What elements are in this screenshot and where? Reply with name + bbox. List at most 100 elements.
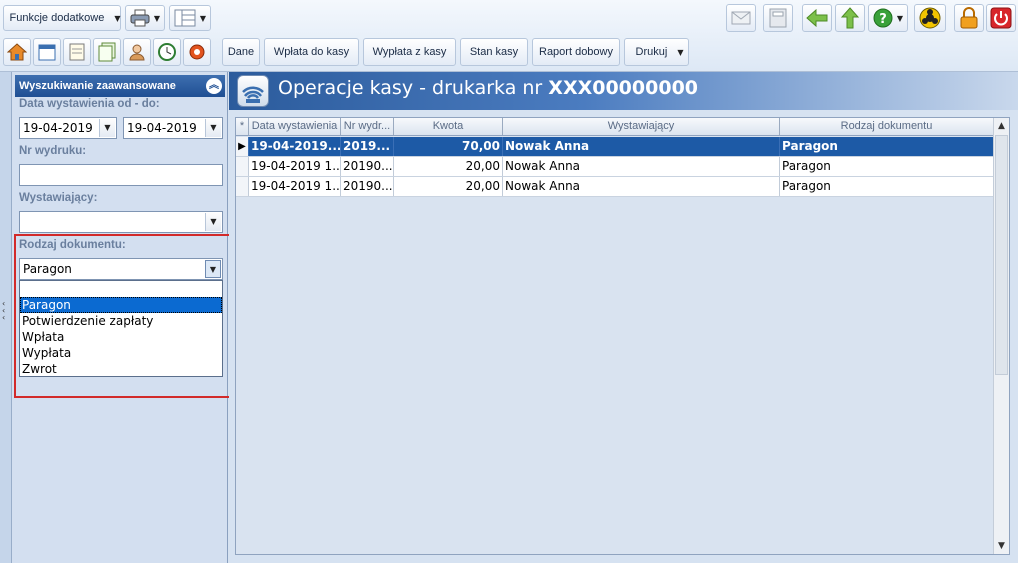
up-arrow-icon: [841, 7, 859, 29]
date-label: Data wystawienia od - do:: [19, 98, 160, 110]
cell-nr: 2019...: [341, 137, 394, 156]
tab-label: Drukuj: [635, 46, 668, 58]
cell-rodzaj: Paragon: [780, 157, 994, 176]
tab-drukuj[interactable]: Drukuj ▼: [624, 38, 689, 66]
mail-button[interactable]: [726, 4, 756, 32]
tab-stan-kasy[interactable]: Stan kasy: [460, 38, 528, 66]
row-selector-icon: ▶: [236, 137, 249, 156]
operations-table: * Data wystawienia Nr wydr... Kwota Wyst…: [235, 117, 1010, 555]
tab-label: Wpłata do kasy: [273, 46, 350, 58]
home-button[interactable]: [3, 38, 31, 66]
column-header-rodzaj[interactable]: Rodzaj dokumentu: [780, 118, 994, 135]
chevron-down-icon: ▼: [114, 13, 121, 23]
nr-wydruku-label: Nr wydruku:: [19, 145, 87, 157]
tab-raport-dobowy[interactable]: Raport dobowy: [532, 38, 620, 66]
tab-wplata-do-kasy[interactable]: Wpłata do kasy: [264, 38, 359, 66]
wystawiajacy-label: Wystawiający:: [19, 192, 98, 204]
scroll-down-icon[interactable]: ▼: [994, 538, 1009, 554]
cell-rodzaj: Paragon: [780, 177, 994, 196]
column-header-kwota[interactable]: Kwota: [394, 118, 503, 135]
biohazard-button[interactable]: [914, 4, 946, 32]
funkcje-dodatkowe-dropdown[interactable]: Funkcje dodatkowe ▼: [3, 5, 121, 31]
column-header-date[interactable]: Data wystawienia: [249, 118, 341, 135]
column-header-wystawiajacy[interactable]: Wystawiający: [503, 118, 780, 135]
vertical-scrollbar[interactable]: ▲ ▼: [993, 118, 1009, 554]
cell-wystawiajacy: Nowak Anna: [503, 137, 780, 156]
mail-icon: [731, 11, 751, 25]
scroll-up-icon[interactable]: ▲: [994, 118, 1009, 134]
back-button[interactable]: [802, 4, 832, 32]
notes-icon: [69, 43, 85, 61]
print-dropdown-button[interactable]: ▼: [125, 5, 165, 31]
power-icon: [990, 7, 1012, 29]
calendar-button[interactable]: [33, 38, 61, 66]
tab-label: Dane: [227, 46, 255, 58]
table-header: * Data wystawienia Nr wydr... Kwota Wyst…: [236, 118, 994, 136]
cell-nr: 20190...: [341, 157, 394, 176]
tab-label: Wypłata z kasy: [372, 46, 447, 58]
settings-button[interactable]: [183, 38, 211, 66]
collapse-chevron-icon[interactable]: ︽: [206, 78, 222, 94]
home-icon: [7, 43, 27, 61]
printer-number: XXX00000000: [548, 77, 699, 99]
date-to-input[interactable]: 19-04-2019 ▼: [123, 117, 223, 139]
calendar-icon: [38, 44, 56, 61]
cell-kwota: 20,00: [394, 177, 503, 196]
calculator-icon: [769, 8, 787, 28]
tab-dane[interactable]: Dane: [222, 38, 260, 66]
help-dropdown-button[interactable]: ? ▼: [868, 4, 908, 32]
settings-icon: [189, 44, 205, 60]
tab-label: Raport dobowy: [539, 46, 613, 58]
table-row[interactable]: 19-04-2019 1... 20190... 20,00 Nowak Ann…: [236, 157, 994, 177]
users-button[interactable]: [123, 38, 151, 66]
clock-icon: [158, 43, 176, 61]
column-header-nr[interactable]: Nr wydr...: [341, 118, 394, 135]
highlight-annotation-box: [14, 234, 244, 398]
cell-kwota: 70,00: [394, 137, 503, 156]
date-from-input[interactable]: 19-04-2019 ▼: [19, 117, 117, 139]
row-selector: [236, 177, 249, 196]
printer-icon: [130, 9, 150, 27]
up-button[interactable]: [835, 4, 865, 32]
cell-date: 19-04-2019 1...: [249, 157, 341, 176]
chevron-down-icon: ▼: [199, 13, 207, 23]
tab-wyplata-z-kasy[interactable]: Wypłata z kasy: [363, 38, 456, 66]
cell-wystawiajacy: Nowak Anna: [503, 157, 780, 176]
nr-wydruku-input[interactable]: [19, 164, 223, 186]
chevron-down-icon: ▼: [677, 47, 684, 57]
calculator-button[interactable]: [763, 4, 793, 32]
biohazard-icon: [919, 7, 941, 29]
chevron-down-icon[interactable]: ▼: [99, 119, 115, 137]
table-row[interactable]: 19-04-2019 1... 20190... 20,00 Nowak Ann…: [236, 177, 994, 197]
documents-icon: [98, 42, 116, 62]
power-button[interactable]: [986, 4, 1016, 32]
page-title: Operacje kasy - drukarka nr XXX00000000: [278, 77, 698, 99]
collapse-arrows-icon: ‹ ‹ ‹: [2, 299, 6, 322]
chevron-down-icon[interactable]: ▼: [205, 119, 221, 137]
panel-collapse-strip[interactable]: ‹ ‹ ‹: [0, 72, 12, 563]
layout-dropdown-button[interactable]: ▼: [169, 5, 211, 31]
cell-date: 19-04-2019...: [249, 137, 341, 156]
notes-button[interactable]: [63, 38, 91, 66]
cell-nr: 20190...: [341, 177, 394, 196]
tab-label: Stan kasy: [469, 46, 519, 58]
documents-button[interactable]: [93, 38, 121, 66]
date-to-value: 19-04-2019: [127, 121, 197, 135]
help-icon: ?: [873, 8, 893, 28]
wystawiajacy-select[interactable]: ▼: [19, 211, 223, 233]
lock-button[interactable]: [954, 4, 984, 32]
chevron-down-icon[interactable]: ▼: [205, 213, 221, 231]
funkcje-label: Funkcje dodatkowe: [9, 12, 105, 24]
row-indicator-header: *: [236, 118, 249, 135]
chevron-down-icon: ▼: [153, 13, 161, 23]
clock-button[interactable]: [153, 38, 181, 66]
title-bar: Operacje kasy - drukarka nr XXX00000000: [229, 72, 1018, 110]
cell-kwota: 20,00: [394, 157, 503, 176]
title-prefix: Operacje kasy - drukarka nr: [278, 77, 549, 99]
cell-wystawiajacy: Nowak Anna: [503, 177, 780, 196]
cash-register-icon: [237, 75, 269, 107]
scrollbar-thumb[interactable]: [995, 135, 1008, 375]
chevron-down-icon: ▼: [896, 13, 904, 23]
table-row[interactable]: ▶ 19-04-2019... 2019... 70,00 Nowak Anna…: [236, 137, 994, 157]
main-content: Operacje kasy - drukarka nr XXX00000000 …: [229, 72, 1018, 563]
